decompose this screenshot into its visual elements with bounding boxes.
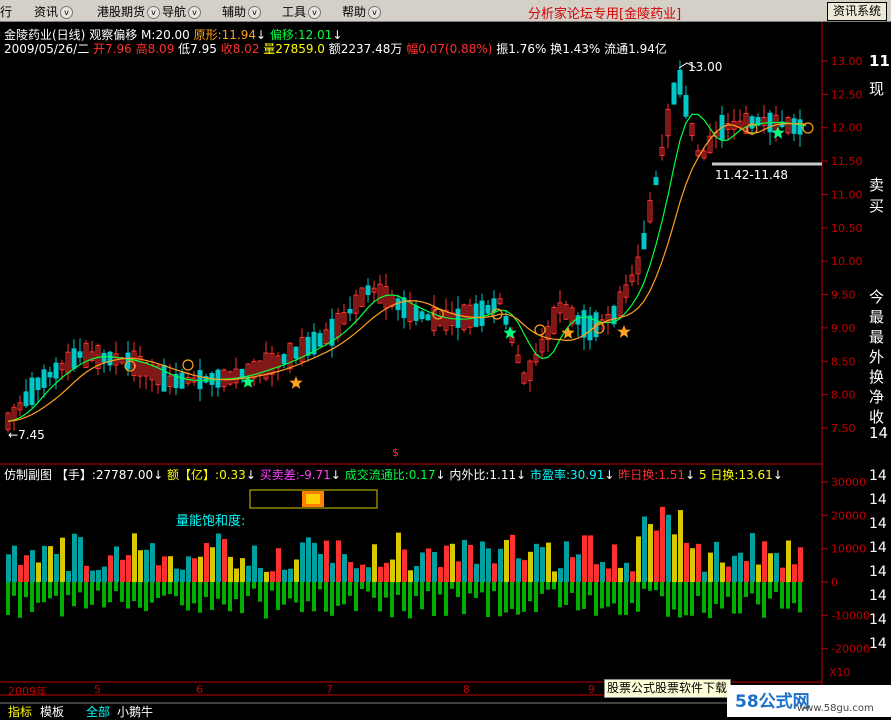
- quote-date: 2009/05/26/二: [4, 42, 90, 56]
- sub-side-5: 14: [869, 588, 887, 604]
- arrow-down-icon: ↓: [435, 468, 446, 482]
- range-label: 11.42-11.48: [715, 168, 789, 182]
- sub-buysell: 买卖差:-9.71: [259, 468, 331, 482]
- site-logo: 58公式网 www.58gu.com: [727, 685, 891, 717]
- saturation-label: 量能饱和度:: [176, 514, 246, 529]
- sub-inout: 内外比:1.11: [449, 468, 517, 482]
- low-price-label: ←7.45: [8, 428, 45, 442]
- tab-small[interactable]: 小鹅牛: [117, 703, 153, 720]
- sub-five-day: 5 日换:13.61: [698, 468, 773, 482]
- x-month-6: 6: [196, 683, 203, 696]
- tab-template[interactable]: 模板: [40, 703, 64, 720]
- side-char-7: 外: [869, 348, 885, 366]
- side-char-8: 换: [869, 368, 885, 386]
- side-char-3: 买: [869, 197, 885, 215]
- x-month-5: 5: [94, 683, 101, 696]
- arrow-down-icon: ↓: [245, 468, 256, 482]
- side-char-5: 最: [869, 308, 885, 326]
- quote-float: 流通1.94亿: [604, 42, 667, 56]
- x-month-8: 8: [463, 683, 470, 696]
- quote-line: 2009/05/26/二 开7.96 高8.09 低7.95 收8.02 量27…: [4, 40, 667, 57]
- quote-volume: 量27859.0: [263, 42, 325, 56]
- sub-side-6: 14: [869, 612, 887, 628]
- x-month-7: 7: [326, 683, 333, 696]
- sub-side-1: 14: [869, 492, 887, 508]
- quote-high: 高8.09: [135, 42, 175, 56]
- low-price-value: 7.45: [18, 428, 45, 442]
- x-month-9: 9: [588, 683, 595, 696]
- quote-amplitude: 振1.76%: [496, 42, 547, 56]
- sub-flow-ratio: 成交流通比:0.17: [344, 468, 436, 482]
- bottom-tab-bar: 指标 模板 全部 小鹅牛: [0, 703, 600, 720]
- side-char-1: 现: [869, 80, 885, 98]
- quote-range: 幅0.07(0.88%): [406, 42, 493, 56]
- tab-indicator[interactable]: 指标: [8, 703, 32, 720]
- quote-open: 开7.96: [93, 42, 132, 56]
- chart-area: 金陵药业(日线) 观察偏移 M:20.00 原形:11.94↓ 偏移:12.01…: [0, 22, 891, 717]
- quote-close: 收8.02: [220, 42, 260, 56]
- arrow-down-icon: ↓: [330, 468, 341, 482]
- side-char-11: 14: [869, 424, 889, 442]
- sub-side-4: 14: [869, 564, 887, 580]
- side-char-6: 最: [869, 328, 885, 346]
- side-char-0: 11: [869, 52, 890, 70]
- arrow-down-icon: ↓: [604, 468, 615, 482]
- sub-yesterday: 昨日换:1.51: [618, 468, 686, 482]
- x-year-label: 2009年: [8, 685, 47, 698]
- arrow-down-icon: ↓: [153, 468, 164, 482]
- sub-hand: 【手】:27787.00: [55, 468, 154, 482]
- sub-title: 仿制副图: [4, 468, 53, 482]
- sub-amount: 额【亿】:0.33: [167, 468, 246, 482]
- side-char-9: 净: [869, 388, 885, 406]
- sub-pe: 市盈率:30.91: [530, 468, 605, 482]
- arrow-down-icon: ↓: [516, 468, 527, 482]
- sub-header: 仿制副图 【手】:27787.00↓ 额【亿】:0.33↓ 买卖差:-9.71↓…: [4, 466, 783, 483]
- quote-low: 低7.95: [178, 42, 217, 56]
- side-char-4: 今: [869, 288, 885, 306]
- sub-side-3: 14: [869, 540, 887, 556]
- tab-all[interactable]: 全部: [86, 703, 110, 720]
- arrow-down-icon: ↓: [685, 468, 696, 482]
- quote-amount: 额2237.48万: [328, 42, 403, 56]
- peak-price-label: 13.00: [688, 60, 723, 74]
- sub-side-0: 14: [869, 468, 887, 484]
- arrow-down-icon: ↓: [772, 468, 783, 482]
- logo-url: www.58gu.com: [797, 703, 874, 714]
- sub-side-7: 14: [869, 636, 887, 652]
- x10-label: X10: [829, 666, 851, 679]
- ad-banner[interactable]: 股票公式股票软件下载: [604, 679, 731, 698]
- dollar-marker: $: [392, 446, 399, 459]
- side-char-2: 卖: [869, 176, 885, 194]
- sub-side-2: 14: [869, 516, 887, 532]
- quote-turnover: 换1.43%: [550, 42, 601, 56]
